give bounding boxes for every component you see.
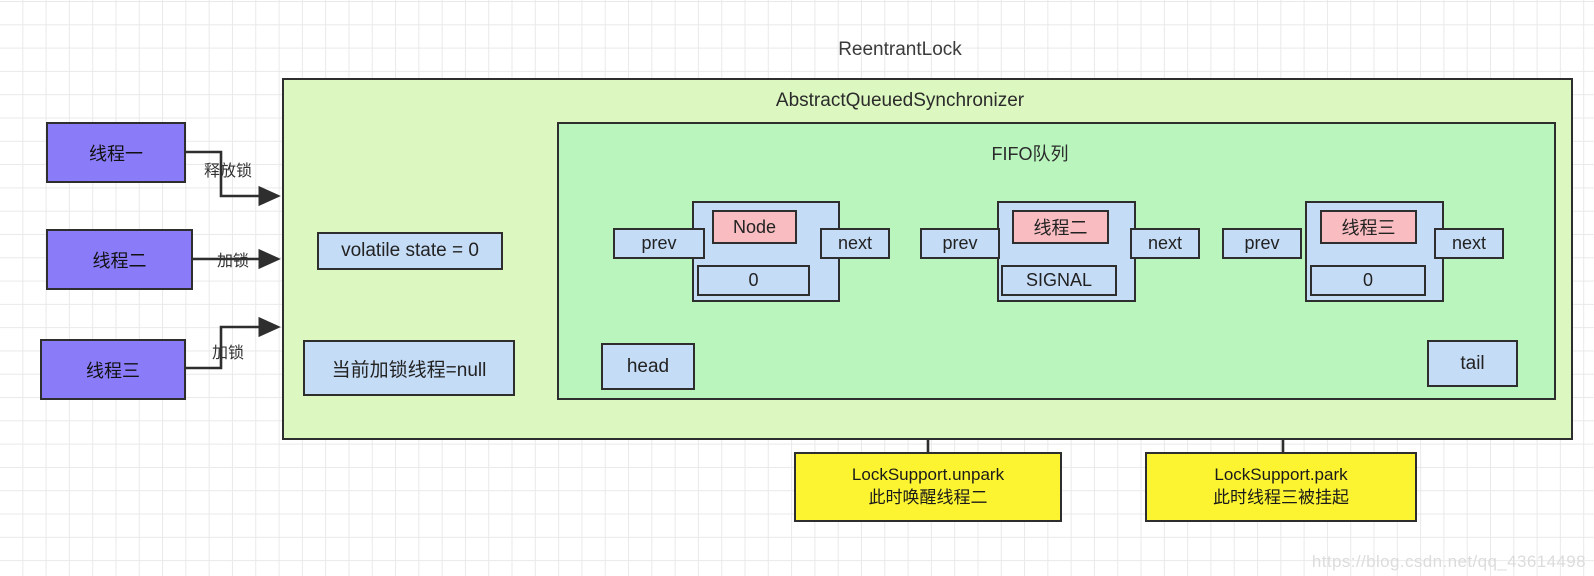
- node-next-label: next: [837, 233, 873, 253]
- callout-park: LockSupport.park 此时线程三被挂起: [1145, 452, 1417, 522]
- queue-node-2-next: next: [1130, 228, 1200, 259]
- queue-node-3-title: 线程三: [1320, 210, 1417, 244]
- page-title: ReentrantLock: [838, 39, 962, 60]
- queue-node-3-prev: prev: [1222, 228, 1302, 259]
- node-title-label: 线程二: [1033, 218, 1088, 238]
- aqs-title: AbstractQueuedSynchronizer: [775, 90, 1025, 111]
- node-next-label: next: [1451, 233, 1487, 253]
- thread-box-3[interactable]: 线程三: [40, 339, 186, 400]
- tail-pointer-box: tail: [1427, 340, 1518, 387]
- node-prev-label: prev: [942, 233, 978, 253]
- head-label: head: [626, 355, 670, 377]
- head-pointer-box: head: [601, 343, 695, 390]
- thread-label: 线程三: [86, 360, 140, 381]
- field-label: 当前加锁线程=null: [331, 359, 487, 381]
- fifo-title: FIFO队列: [991, 144, 1069, 164]
- node-state-label: SIGNAL: [1025, 270, 1093, 290]
- edge-label-lock-3: 加锁: [211, 345, 244, 362]
- field-label: volatile state = 0: [341, 240, 479, 261]
- node-prev-label: prev: [641, 233, 677, 253]
- queue-node-3-next: next: [1434, 228, 1504, 259]
- node-state-label: 0: [1362, 270, 1373, 290]
- queue-node-1-prev: prev: [613, 228, 705, 259]
- diagram-canvas: ReentrantLock AbstractQueuedSynchronizer…: [0, 0, 1594, 576]
- queue-node-1-state: 0: [697, 265, 810, 296]
- queue-node-1-next: next: [820, 228, 890, 259]
- callout-line-2: 此时唤醒线程二: [868, 488, 988, 507]
- callout-unpark: LockSupport.unpark 此时唤醒线程二: [794, 452, 1062, 522]
- thread-label: 线程二: [92, 250, 147, 271]
- node-state-label: 0: [748, 270, 759, 290]
- thread-label: 线程一: [89, 143, 143, 164]
- callout-line-2: 此时线程三被挂起: [1213, 488, 1349, 507]
- node-title-label: Node: [732, 216, 777, 237]
- node-prev-label: prev: [1244, 233, 1280, 253]
- tail-label: tail: [1460, 352, 1485, 374]
- edge-label-lock-2: 加锁: [216, 253, 249, 270]
- queue-node-2-state: SIGNAL: [1001, 265, 1117, 296]
- queue-node-3-state: 0: [1310, 265, 1426, 296]
- callout-line-1: LockSupport.park: [1214, 465, 1348, 485]
- watermark: https://blog.csdn.net/qq_43614498: [1311, 552, 1586, 571]
- queue-node-1-title: Node: [712, 210, 797, 244]
- queue-node-2-prev: prev: [920, 228, 1000, 259]
- node-next-label: next: [1147, 233, 1183, 253]
- queue-node-2-title: 线程二: [1012, 210, 1109, 244]
- node-title-label: 线程三: [1341, 218, 1396, 238]
- thread-box-1[interactable]: 线程一: [46, 122, 186, 183]
- edge-label-release-lock: 释放锁: [203, 163, 252, 180]
- callout-line-1: LockSupport.unpark: [851, 465, 1005, 485]
- thread-box-2[interactable]: 线程二: [46, 229, 193, 290]
- field-volatile-state: volatile state = 0: [317, 232, 503, 270]
- field-current-owner-thread: 当前加锁线程=null: [303, 340, 515, 396]
